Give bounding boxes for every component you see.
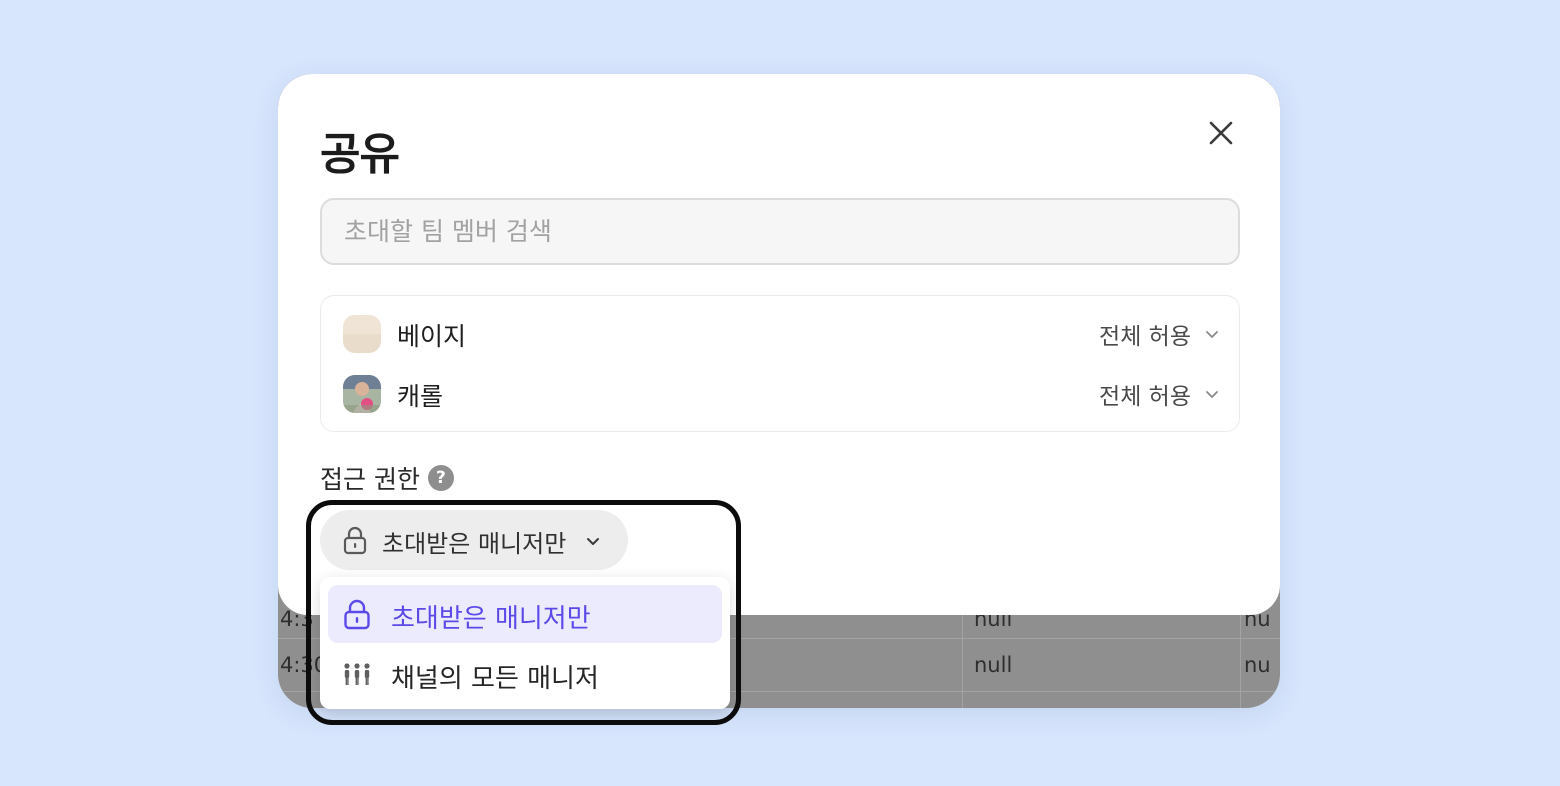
access-dropdown-menu: 초대받은 매니저만 채널의 모든 매니저 bbox=[320, 577, 730, 709]
lock-icon bbox=[342, 525, 368, 555]
member-permission-select[interactable]: 전체 허용 bbox=[1099, 317, 1219, 351]
chevron-down-icon bbox=[585, 533, 601, 549]
access-permission-dropdown[interactable]: 초대받은 매니저만 bbox=[320, 510, 628, 570]
member-list: 베이지 전체 허용 캐롤 전체 허용 bbox=[320, 295, 1240, 432]
member-name: 베이지 bbox=[397, 322, 467, 351]
member-name: 캐롤 bbox=[397, 382, 444, 411]
avatar bbox=[343, 375, 381, 413]
close-button[interactable] bbox=[1206, 118, 1236, 148]
table-cell: null bbox=[974, 653, 1013, 677]
permission-label: 전체 허용 bbox=[1099, 324, 1191, 350]
option-label: 초대받은 매니저만 bbox=[391, 604, 591, 634]
access-label-text: 접근 권한 bbox=[320, 465, 420, 494]
access-option-invited-managers[interactable]: 초대받은 매니저만 bbox=[328, 585, 722, 643]
access-permission-label: 접근 권한 ? bbox=[320, 460, 454, 496]
access-selected-label: 초대받은 매니저만 bbox=[382, 530, 567, 558]
list-item: 베이지 전체 허용 bbox=[343, 315, 1219, 355]
people-icon bbox=[342, 658, 372, 690]
access-option-all-managers[interactable]: 채널의 모든 매니저 bbox=[328, 645, 722, 703]
avatar bbox=[343, 315, 381, 353]
modal-title: 공유 bbox=[320, 129, 400, 180]
chevron-down-icon bbox=[1205, 327, 1219, 341]
close-icon bbox=[1209, 121, 1233, 145]
table-divider bbox=[962, 615, 963, 708]
option-label: 채널의 모든 매니저 bbox=[391, 664, 599, 694]
table-divider bbox=[1240, 615, 1241, 708]
help-icon[interactable]: ? bbox=[427, 465, 454, 491]
member-permission-select[interactable]: 전체 허용 bbox=[1099, 377, 1219, 411]
list-item: 캐롤 전체 허용 bbox=[343, 375, 1219, 415]
permission-label: 전체 허용 bbox=[1099, 384, 1191, 410]
share-modal: 공유 베이지 전체 허용 bbox=[278, 74, 1280, 615]
lock-icon bbox=[342, 598, 372, 630]
member-search-input[interactable] bbox=[320, 198, 1240, 265]
chevron-down-icon bbox=[1205, 387, 1219, 401]
table-cell: nu bbox=[1244, 653, 1271, 677]
